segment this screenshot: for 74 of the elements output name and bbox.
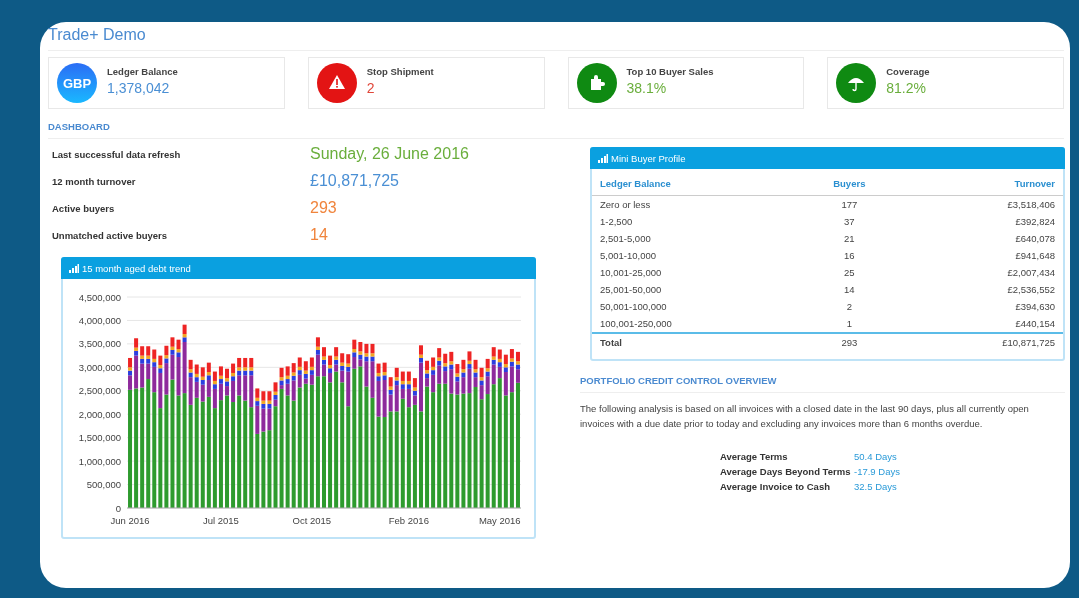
info-value: 14 [310, 226, 329, 244]
column-header: Ledger Balance [592, 175, 794, 196]
axis-label: Jun 2016 [110, 515, 150, 526]
table-cell-text: 5,001-10,000 [599, 249, 657, 263]
info-label: Last successful data refresh [52, 148, 182, 160]
metric-label: Average Terms [720, 451, 789, 462]
metric-value: 32.5 Days [854, 481, 898, 492]
axis-label: 3,500,000 [78, 338, 121, 350]
table-cell: Total [592, 333, 794, 351]
axis-label: Oct 2015 [292, 515, 332, 526]
axis-label: May 2016 [478, 515, 521, 526]
table-cell-text: £2,536,552 [1006, 283, 1056, 297]
description-text: The following analysis is based on all invoices with a closed date in the last 90 days, plus all currently open invoices with a due date prior to today and excluding any invoices more than 6 months overdue. [580, 402, 1030, 431]
card-label: Ledger Balance [107, 66, 178, 77]
metric-label: Average Invoice to Cash [720, 481, 831, 492]
table-cell-text: 2,501-5,000 [599, 232, 652, 246]
table-cell-text: 25,001-50,000 [599, 283, 663, 297]
axis-label: 1,500,000 [78, 432, 121, 444]
card-value: 2 [366, 80, 376, 96]
info-value: Sunday, 26 June 2016 [310, 145, 470, 163]
app-title: Trade+ Demo [48, 26, 1064, 51]
table-cell-text: 10,001-25,000 [599, 266, 663, 280]
table-cell: £440,154 [904, 315, 1063, 333]
axis-label: Feb 2016 [388, 515, 429, 526]
table-cell-text: 14 [843, 283, 856, 297]
panel-title: 15 month aged debt trend [82, 262, 191, 274]
table-cell-text: 1-2,500 [599, 215, 634, 229]
axis-label: 500,000 [86, 479, 121, 491]
table-cell-text: £392,824 [1014, 215, 1056, 229]
metric-value: 50.4 Days [854, 451, 898, 462]
card-value: 81.2% [886, 80, 927, 96]
axis-label: 1,000,000 [78, 455, 121, 467]
card-value: 38.1% [626, 80, 668, 96]
table-cell-text: £640,078 [1014, 232, 1056, 246]
card-label: Top 10 Buyer Sales [626, 66, 714, 77]
section-heading: PORTFOLIO CREDIT CONTROL OVERVIEW [580, 361, 1065, 393]
table-cell-text: 2 [845, 300, 853, 314]
axis-label: 4,500,000 [78, 291, 121, 303]
card-value: 1,378,042 [107, 80, 171, 96]
table-cell-text: 16 [843, 249, 856, 263]
info-label: Unmatched active buyers [52, 229, 169, 241]
info-label: 12 month turnover [52, 175, 137, 187]
table-cell: 1 [793, 315, 905, 333]
card-label: Stop Shipment [366, 66, 434, 77]
table-cell: £3,518,406 [904, 195, 1063, 213]
table-cell: 100,001-250,000 [592, 315, 794, 333]
table-cell-text: 50,001-100,000 [599, 300, 668, 314]
metric-label: Average Days Beyond Terms [720, 466, 852, 477]
table-cell-text: 21 [843, 232, 856, 246]
axis-label: 0 [115, 502, 121, 514]
info-value: 293 [310, 199, 338, 217]
axis-label: 2,000,000 [78, 408, 121, 420]
info-label: Active buyers [52, 202, 116, 214]
table-cell: 177 [793, 195, 905, 213]
info-value: £10,871,725 [310, 172, 400, 190]
table-cell-text: £2,007,434 [1006, 266, 1056, 280]
table-cell-text: £941,648 [1014, 249, 1056, 263]
table-cell-text: 25 [843, 266, 856, 280]
column-header: Buyers [793, 175, 905, 196]
table-cell: 293 [793, 333, 905, 351]
column-header: Turnover [904, 175, 1063, 196]
axis-label: 4,000,000 [78, 314, 121, 326]
table-cell: Zero or less [592, 195, 794, 213]
axis-label: Jul 2015 [203, 515, 239, 526]
table-cell-text: £394,630 [1014, 300, 1056, 314]
axis-label: 2,500,000 [78, 385, 121, 397]
table-cell: £10,871,725 [904, 333, 1063, 351]
currency-badge: GBP [57, 63, 97, 103]
card-label: Coverage [886, 66, 930, 77]
section-heading: DASHBOARD [48, 109, 1064, 139]
panel-title: Mini Buyer Profile [611, 152, 686, 164]
metric-value: -17.9 Days [854, 466, 901, 477]
axis-label: 3,000,000 [78, 361, 121, 373]
table-cell-text: 37 [843, 215, 856, 229]
